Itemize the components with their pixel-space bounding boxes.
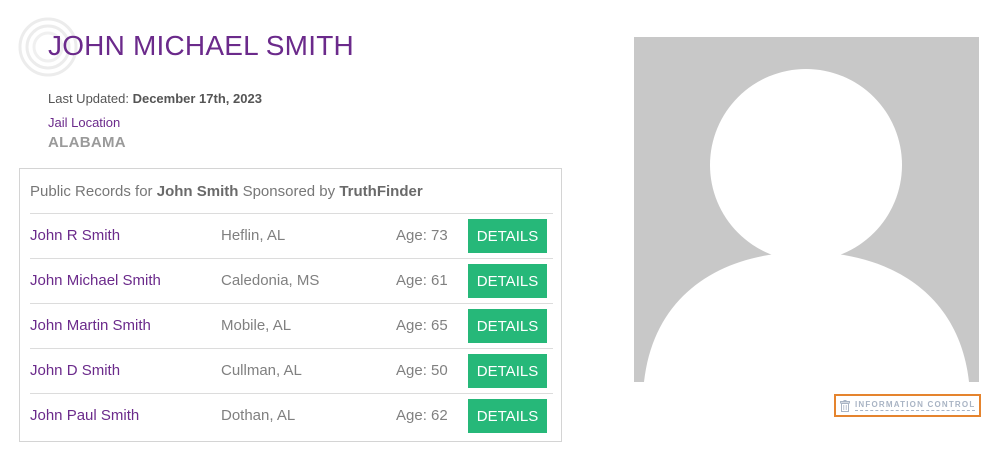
record-age: Age: 65 (396, 317, 448, 334)
details-button[interactable]: DETAILS (468, 264, 547, 298)
record-name-link[interactable]: John R Smith (30, 227, 120, 244)
jail-state: ALABAMA (48, 134, 126, 151)
records-search-name: John Smith (156, 183, 239, 200)
public-records-panel: Public Records for John Smith Sponsored … (19, 168, 562, 442)
profile-placeholder-image (634, 37, 979, 382)
record-name-link[interactable]: John Michael Smith (30, 272, 161, 289)
records-sponsored-text: Sponsored by (242, 183, 336, 200)
record-location: Heflin, AL (221, 227, 286, 244)
information-control-button[interactable]: INFORMATION CONTROL (834, 394, 981, 417)
record-row: John Michael Smith Caledonia, MS Age: 61… (30, 258, 553, 303)
record-row: John Paul Smith Dothan, AL Age: 62 DETAI… (30, 393, 553, 438)
record-row: John R Smith Heflin, AL Age: 73 DETAILS (30, 213, 553, 258)
record-location: Mobile, AL (221, 317, 292, 334)
details-button[interactable]: DETAILS (468, 354, 547, 388)
last-updated-label: Last Updated: (48, 91, 129, 106)
record-name-link[interactable]: John Paul Smith (30, 407, 139, 424)
record-row: John D Smith Cullman, AL Age: 50 DETAILS (30, 348, 553, 393)
records-heading: Public Records for John Smith Sponsored … (30, 183, 423, 200)
record-row: John Martin Smith Mobile, AL Age: 65 DET… (30, 303, 553, 348)
record-age: Age: 61 (396, 272, 448, 289)
information-control-label: INFORMATION CONTROL (855, 400, 976, 411)
records-sponsor: TruthFinder (339, 183, 423, 200)
details-button[interactable]: DETAILS (468, 219, 547, 253)
last-updated: Last Updated: December 17th, 2023 (48, 91, 262, 106)
details-button[interactable]: DETAILS (468, 399, 547, 433)
record-location: Dothan, AL (221, 407, 296, 424)
trash-icon (840, 399, 850, 412)
records-prefix: Public Records for (30, 183, 153, 200)
record-location: Caledonia, MS (221, 272, 320, 289)
last-updated-date: December 17th, 2023 (132, 91, 262, 106)
record-age: Age: 62 (396, 407, 448, 424)
page-title: JOHN MICHAEL SMITH (48, 30, 354, 61)
record-age: Age: 73 (396, 227, 448, 244)
record-location: Cullman, AL (221, 362, 302, 379)
records-list: John R Smith Heflin, AL Age: 73 DETAILS … (30, 213, 553, 438)
jail-location-link[interactable]: Jail Location (48, 115, 120, 130)
record-name-link[interactable]: John D Smith (30, 362, 120, 379)
record-name-link[interactable]: John Martin Smith (30, 317, 151, 334)
record-age: Age: 50 (396, 362, 448, 379)
details-button[interactable]: DETAILS (468, 309, 547, 343)
